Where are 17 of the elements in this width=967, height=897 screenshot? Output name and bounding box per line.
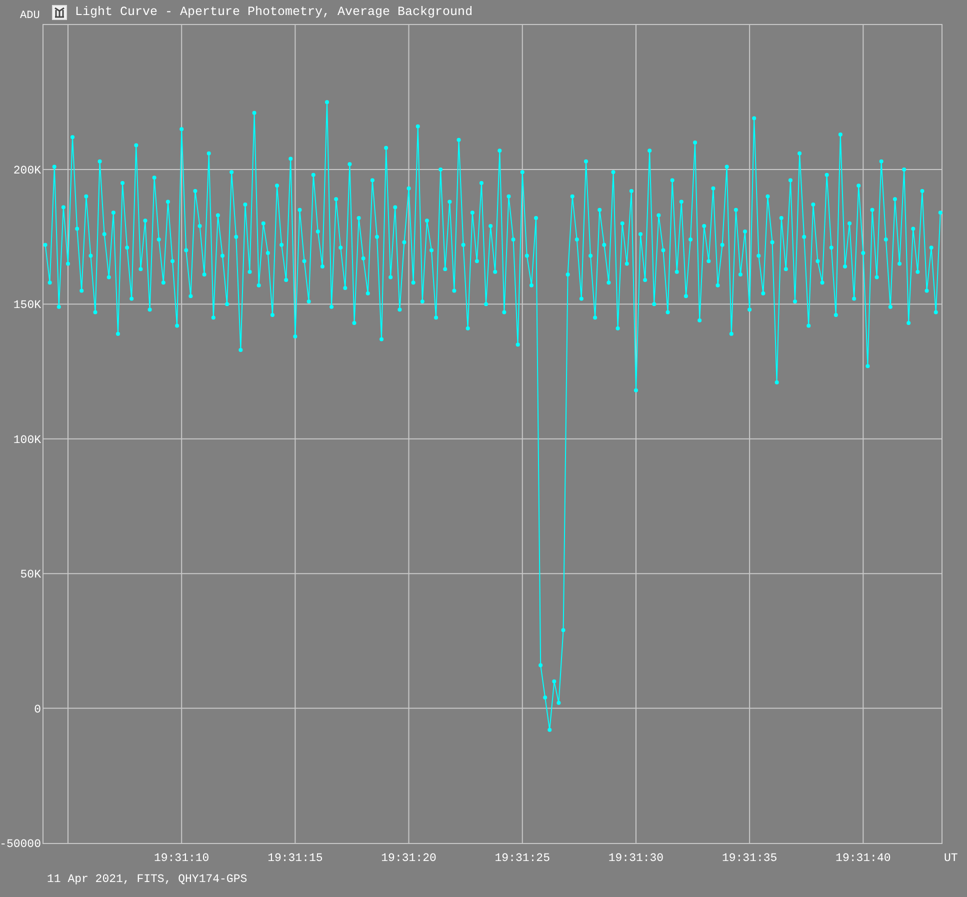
y-axis-label: 50K [20, 568, 41, 582]
y-axis-label: 100K [13, 434, 41, 447]
y-axis-unit: ADU [20, 10, 40, 22]
x-axis-label: 19:31:10 [154, 852, 210, 865]
x-axis-unit: UT [944, 852, 958, 865]
x-axis-label: 19:31:20 [381, 852, 436, 865]
footer-text: 11 Apr 2021, FITS, QHY174-GPS [47, 873, 248, 886]
x-axis-label: 19:31:35 [722, 852, 778, 865]
y-axis-label: 200K [13, 164, 41, 178]
x-axis-label: 19:31:25 [494, 852, 550, 865]
window-title: Light Curve - Aperture Photometry, Average Background [75, 5, 473, 19]
y-axis-label: 0 [34, 703, 41, 716]
y-axis-label: 150K [13, 299, 41, 312]
x-axis-label: 19:31:40 [836, 852, 891, 865]
y-axis-label: -50000 [0, 838, 41, 851]
x-axis-label: 19:31:30 [608, 852, 664, 865]
x-axis-label: 19:31:15 [268, 852, 323, 865]
